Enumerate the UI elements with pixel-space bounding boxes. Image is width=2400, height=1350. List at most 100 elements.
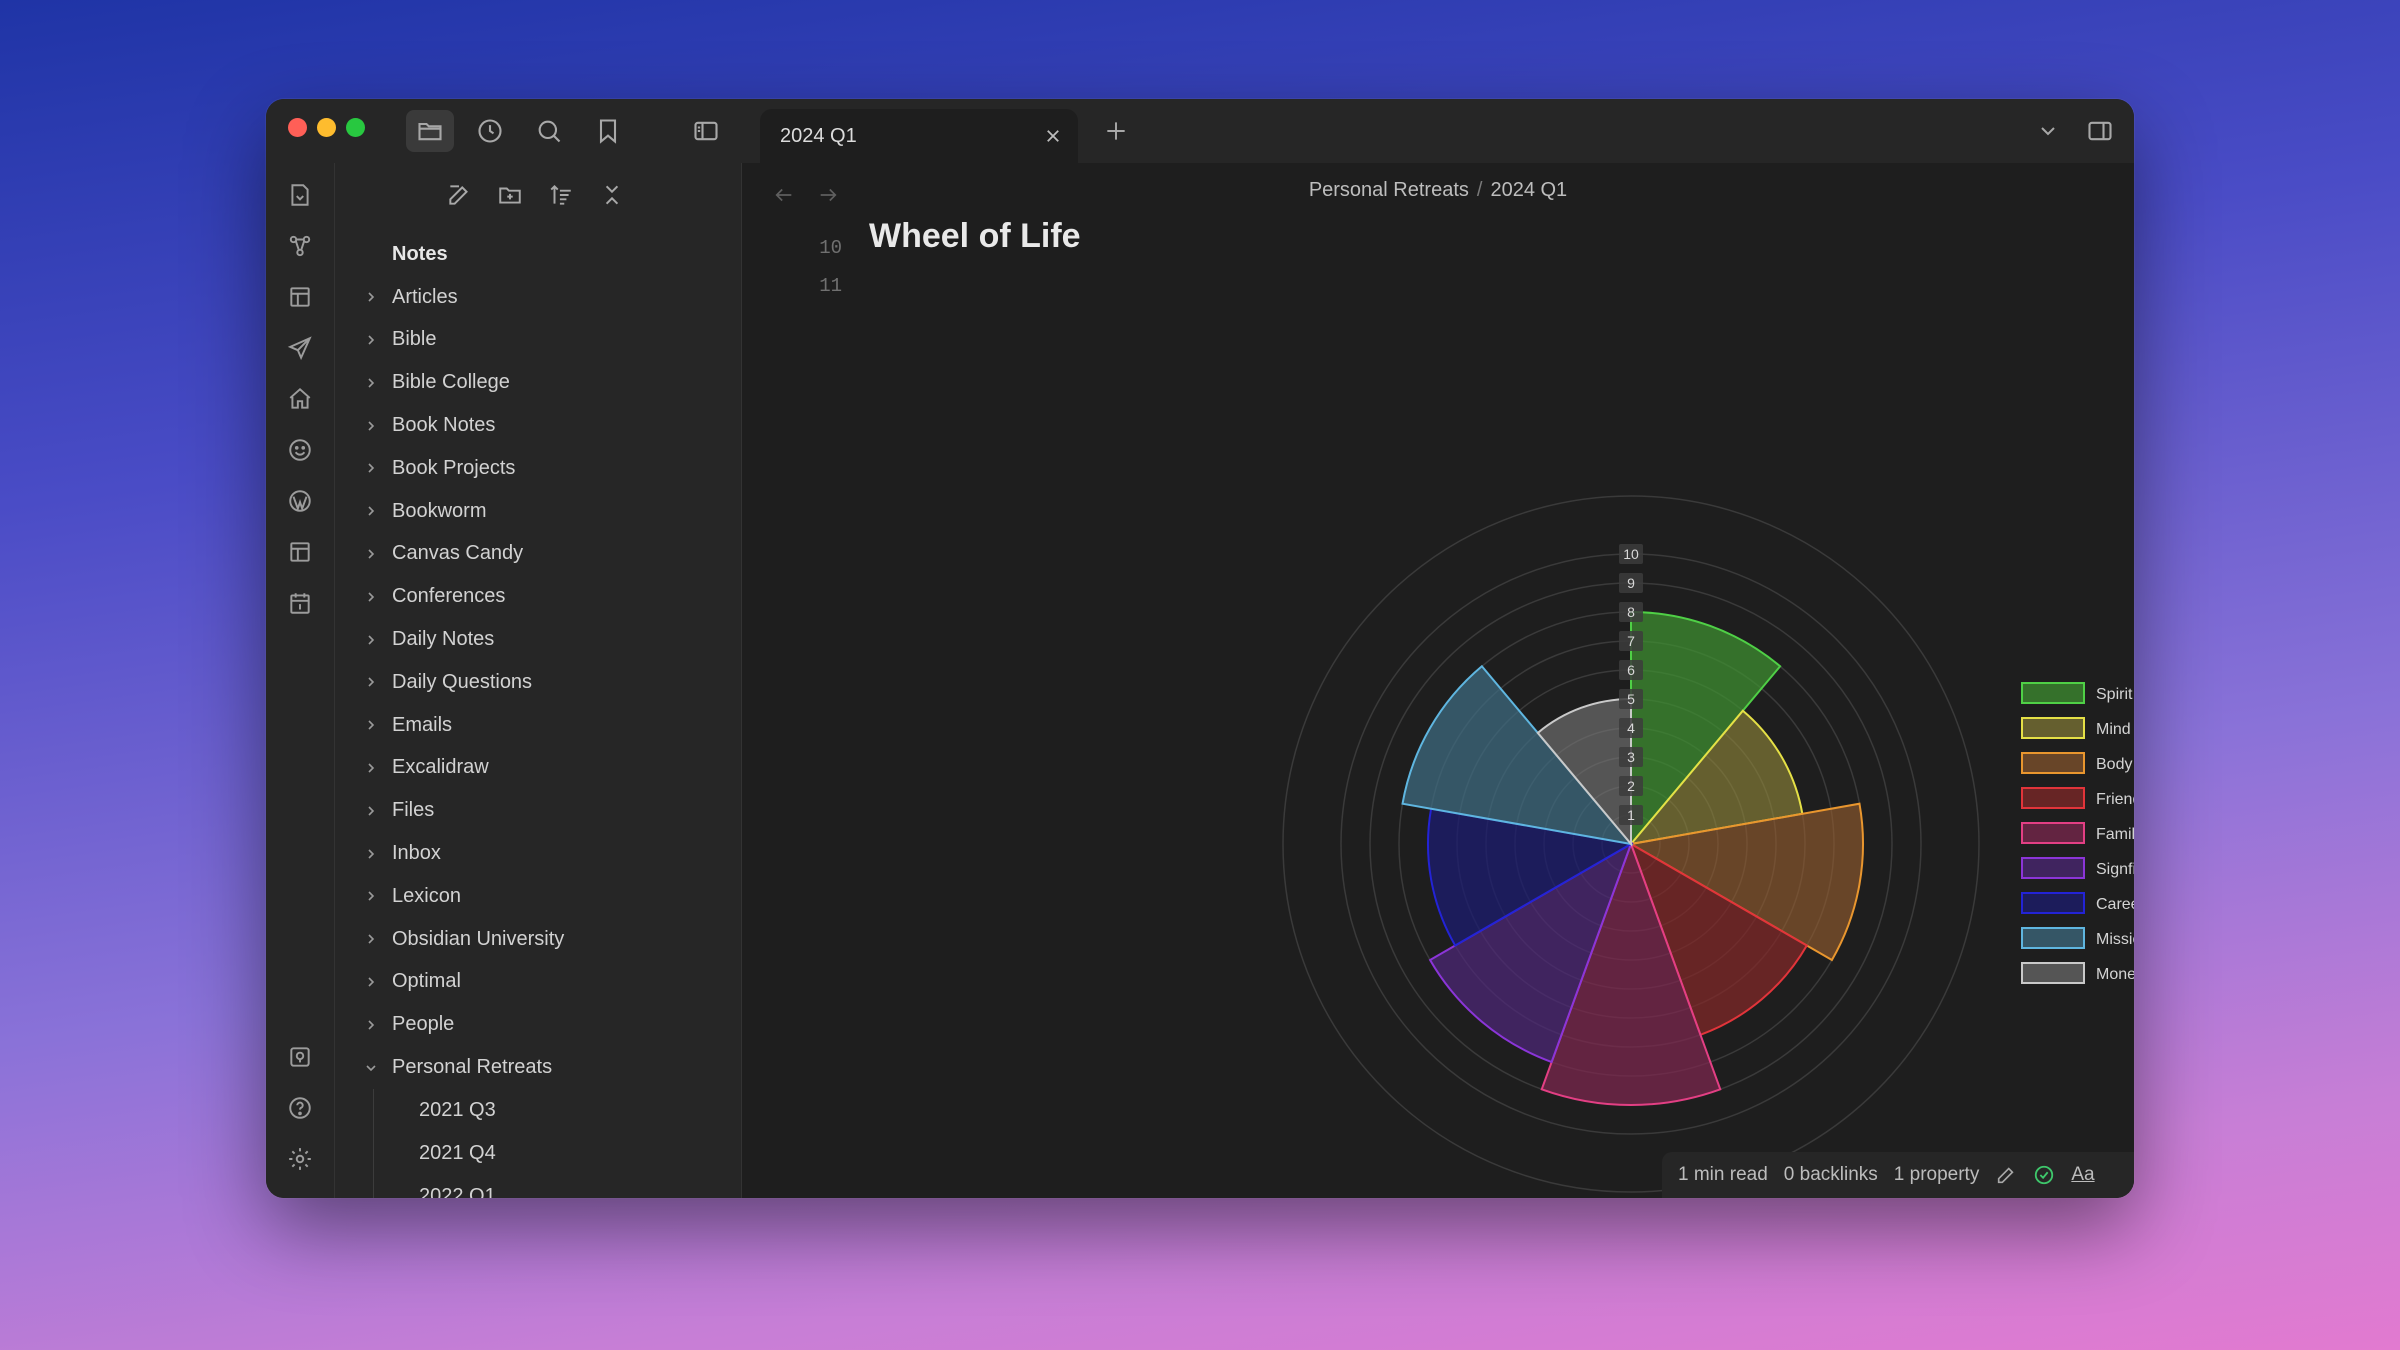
chevron-right-icon — [363, 674, 379, 690]
calendar-icon[interactable] — [280, 583, 320, 623]
search-icon[interactable] — [525, 110, 573, 152]
folder-item[interactable]: Bookworm — [335, 490, 741, 533]
folder-item[interactable]: Daily Notes — [335, 618, 741, 661]
status-bar: 1 min read 0 backlinks 1 property Aa — [1662, 1152, 2134, 1198]
vault-root[interactable]: Notes — [335, 233, 741, 276]
folder-item[interactable]: Conferences — [335, 575, 741, 618]
folder-label: Emails — [392, 713, 453, 736]
folder-label: Excalidraw — [392, 756, 489, 779]
right-sidebar-toggle-icon[interactable] — [2076, 110, 2124, 152]
folder-item[interactable]: Book Notes — [335, 404, 741, 447]
folder-label: Files — [392, 799, 435, 822]
chevron-right-icon — [363, 289, 379, 305]
folder-item[interactable]: Bible College — [335, 361, 741, 404]
legend-swatch — [2021, 892, 2085, 914]
legend-swatch — [2021, 682, 2085, 704]
folder-item[interactable]: Bible — [335, 319, 741, 362]
vault-switcher-icon[interactable] — [280, 1037, 320, 1077]
graph-view-icon[interactable] — [280, 226, 320, 266]
note-item[interactable]: 2021 Q3 — [335, 1089, 741, 1132]
folder-item[interactable]: Emails — [335, 704, 741, 747]
sort-order-icon[interactable] — [541, 175, 581, 215]
canvas-layout-icon[interactable] — [280, 277, 320, 317]
file-tree: Notes Articles Bible Bible College Book Not… — [335, 233, 741, 1198]
folder-label: Bible College — [392, 371, 510, 394]
help-icon[interactable] — [280, 1088, 320, 1128]
folder-label: Inbox — [392, 842, 441, 865]
new-note-icon[interactable] — [439, 175, 479, 215]
zoom-window-button[interactable] — [346, 118, 365, 137]
folder-label: Lexicon — [392, 884, 461, 907]
properties-count[interactable]: 1 property — [1894, 1164, 1980, 1186]
legend-label: Mind — [2096, 721, 2131, 738]
backlinks-count[interactable]: 0 backlinks — [1784, 1164, 1878, 1186]
chevron-right-icon — [363, 803, 379, 819]
collapse-all-icon[interactable] — [592, 175, 632, 215]
note-item[interactable]: 2022 Q1 — [335, 1175, 741, 1198]
files-folder-icon[interactable] — [406, 110, 454, 152]
left-sidebar-toggle-icon[interactable] — [682, 110, 730, 152]
open-quick-switcher-icon[interactable] — [280, 175, 320, 215]
folder-label: Obsidian University — [392, 927, 565, 950]
chevron-right-icon — [363, 460, 379, 476]
folder-label: Articles — [392, 285, 458, 308]
legend-label: Mission — [2096, 931, 2134, 948]
wordpress-icon[interactable] — [280, 481, 320, 521]
tab-2024-q1[interactable]: 2024 Q1 — [760, 109, 1078, 163]
folder-item[interactable]: People — [335, 1003, 741, 1046]
folder-item[interactable]: Optimal — [335, 961, 741, 1004]
folder-label: Book Projects — [392, 456, 516, 479]
edit-pencil-icon[interactable] — [1995, 1164, 2017, 1186]
folder-item[interactable]: Daily Questions — [335, 661, 741, 704]
folder-item[interactable]: Articles — [335, 276, 741, 319]
tab-list-chevron-down-icon[interactable] — [2024, 110, 2072, 152]
folder-item[interactable]: Canvas Candy — [335, 533, 741, 576]
minimize-window-button[interactable] — [317, 118, 336, 137]
home-icon[interactable] — [280, 379, 320, 419]
history-clock-icon[interactable] — [466, 110, 514, 152]
folder-label: Canvas Candy — [392, 542, 524, 565]
legend-label: Signficant Other — [2096, 861, 2134, 878]
new-tab-plus-icon[interactable] — [1092, 110, 1140, 152]
ribbon — [266, 163, 335, 1198]
new-folder-icon[interactable] — [490, 175, 530, 215]
folder-personal-retreats[interactable]: Personal Retreats — [335, 1046, 741, 1089]
send-paper-plane-icon[interactable] — [280, 328, 320, 368]
close-window-button[interactable] — [288, 118, 307, 137]
folder-item[interactable]: Files — [335, 789, 741, 832]
folder-item[interactable]: Lexicon — [335, 875, 741, 918]
legend-label: Money — [2096, 966, 2134, 983]
folder-item[interactable]: Inbox — [335, 832, 741, 875]
settings-gear-icon[interactable] — [280, 1139, 320, 1179]
chart-tick-label: 5 — [1627, 691, 1635, 707]
read-time: 1 min read — [1678, 1164, 1768, 1185]
legend-label: Career/Work — [2096, 896, 2134, 913]
bookmark-icon[interactable] — [584, 110, 632, 152]
file-explorer: Notes Articles Bible Bible College Book Not… — [335, 163, 742, 1198]
chart-tick-label: 8 — [1627, 604, 1635, 620]
legend-label: Body — [2096, 756, 2132, 773]
folder-label: Bible — [392, 328, 437, 351]
legend-label: Friends — [2096, 791, 2134, 808]
chevron-right-icon — [363, 503, 379, 519]
folder-label: Conferences — [392, 585, 506, 608]
folder-item[interactable]: Book Projects — [335, 447, 741, 490]
legend-swatch — [2021, 752, 2085, 774]
legend-swatch — [2021, 822, 2085, 844]
folder-label: Bookworm — [392, 499, 487, 522]
folder-item[interactable]: Excalidraw — [335, 747, 741, 790]
folder-label: Book Notes — [392, 414, 496, 437]
folder-label: Personal Retreats — [392, 1056, 553, 1079]
smiley-face-icon[interactable] — [280, 430, 320, 470]
close-tab-icon[interactable] — [1038, 121, 1068, 151]
sync-check-icon[interactable] — [2033, 1164, 2055, 1186]
chevron-right-icon — [363, 332, 379, 348]
chevron-right-icon — [363, 717, 379, 733]
folder-item[interactable]: Obsidian University — [335, 918, 741, 961]
chevron-right-icon — [363, 846, 379, 862]
template-layout-icon[interactable] — [280, 532, 320, 572]
chevron-right-icon — [363, 888, 379, 904]
note-item[interactable]: 2021 Q4 — [335, 1132, 741, 1175]
font-size-label[interactable]: Aa — [2071, 1164, 2094, 1186]
chevron-right-icon — [363, 589, 379, 605]
